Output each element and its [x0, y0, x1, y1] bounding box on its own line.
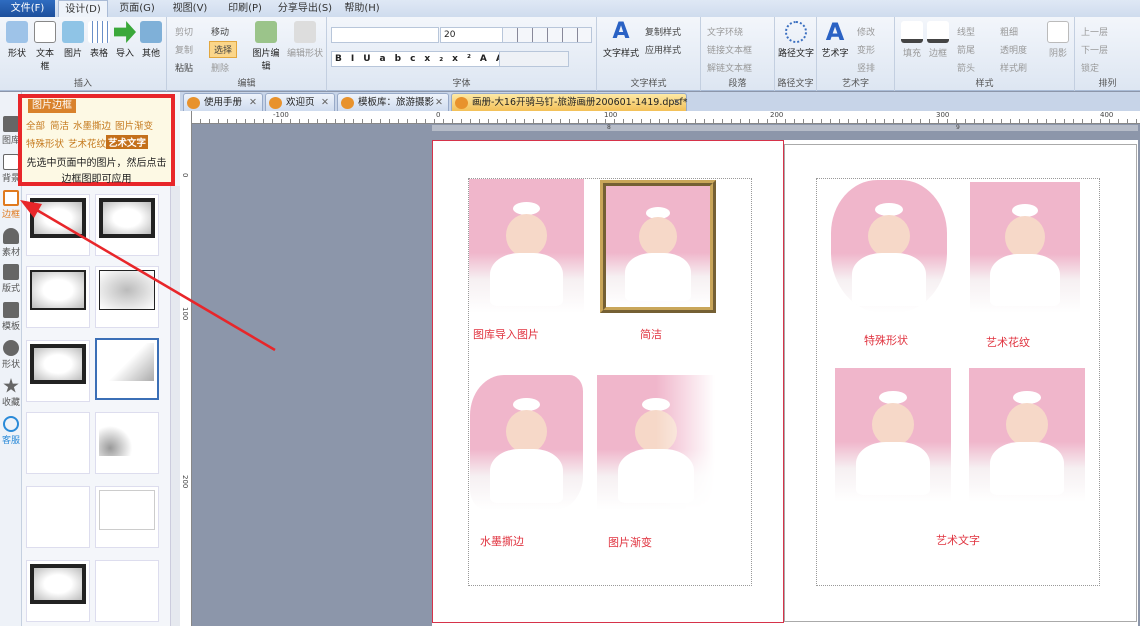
annotation-arrow	[20, 200, 276, 352]
